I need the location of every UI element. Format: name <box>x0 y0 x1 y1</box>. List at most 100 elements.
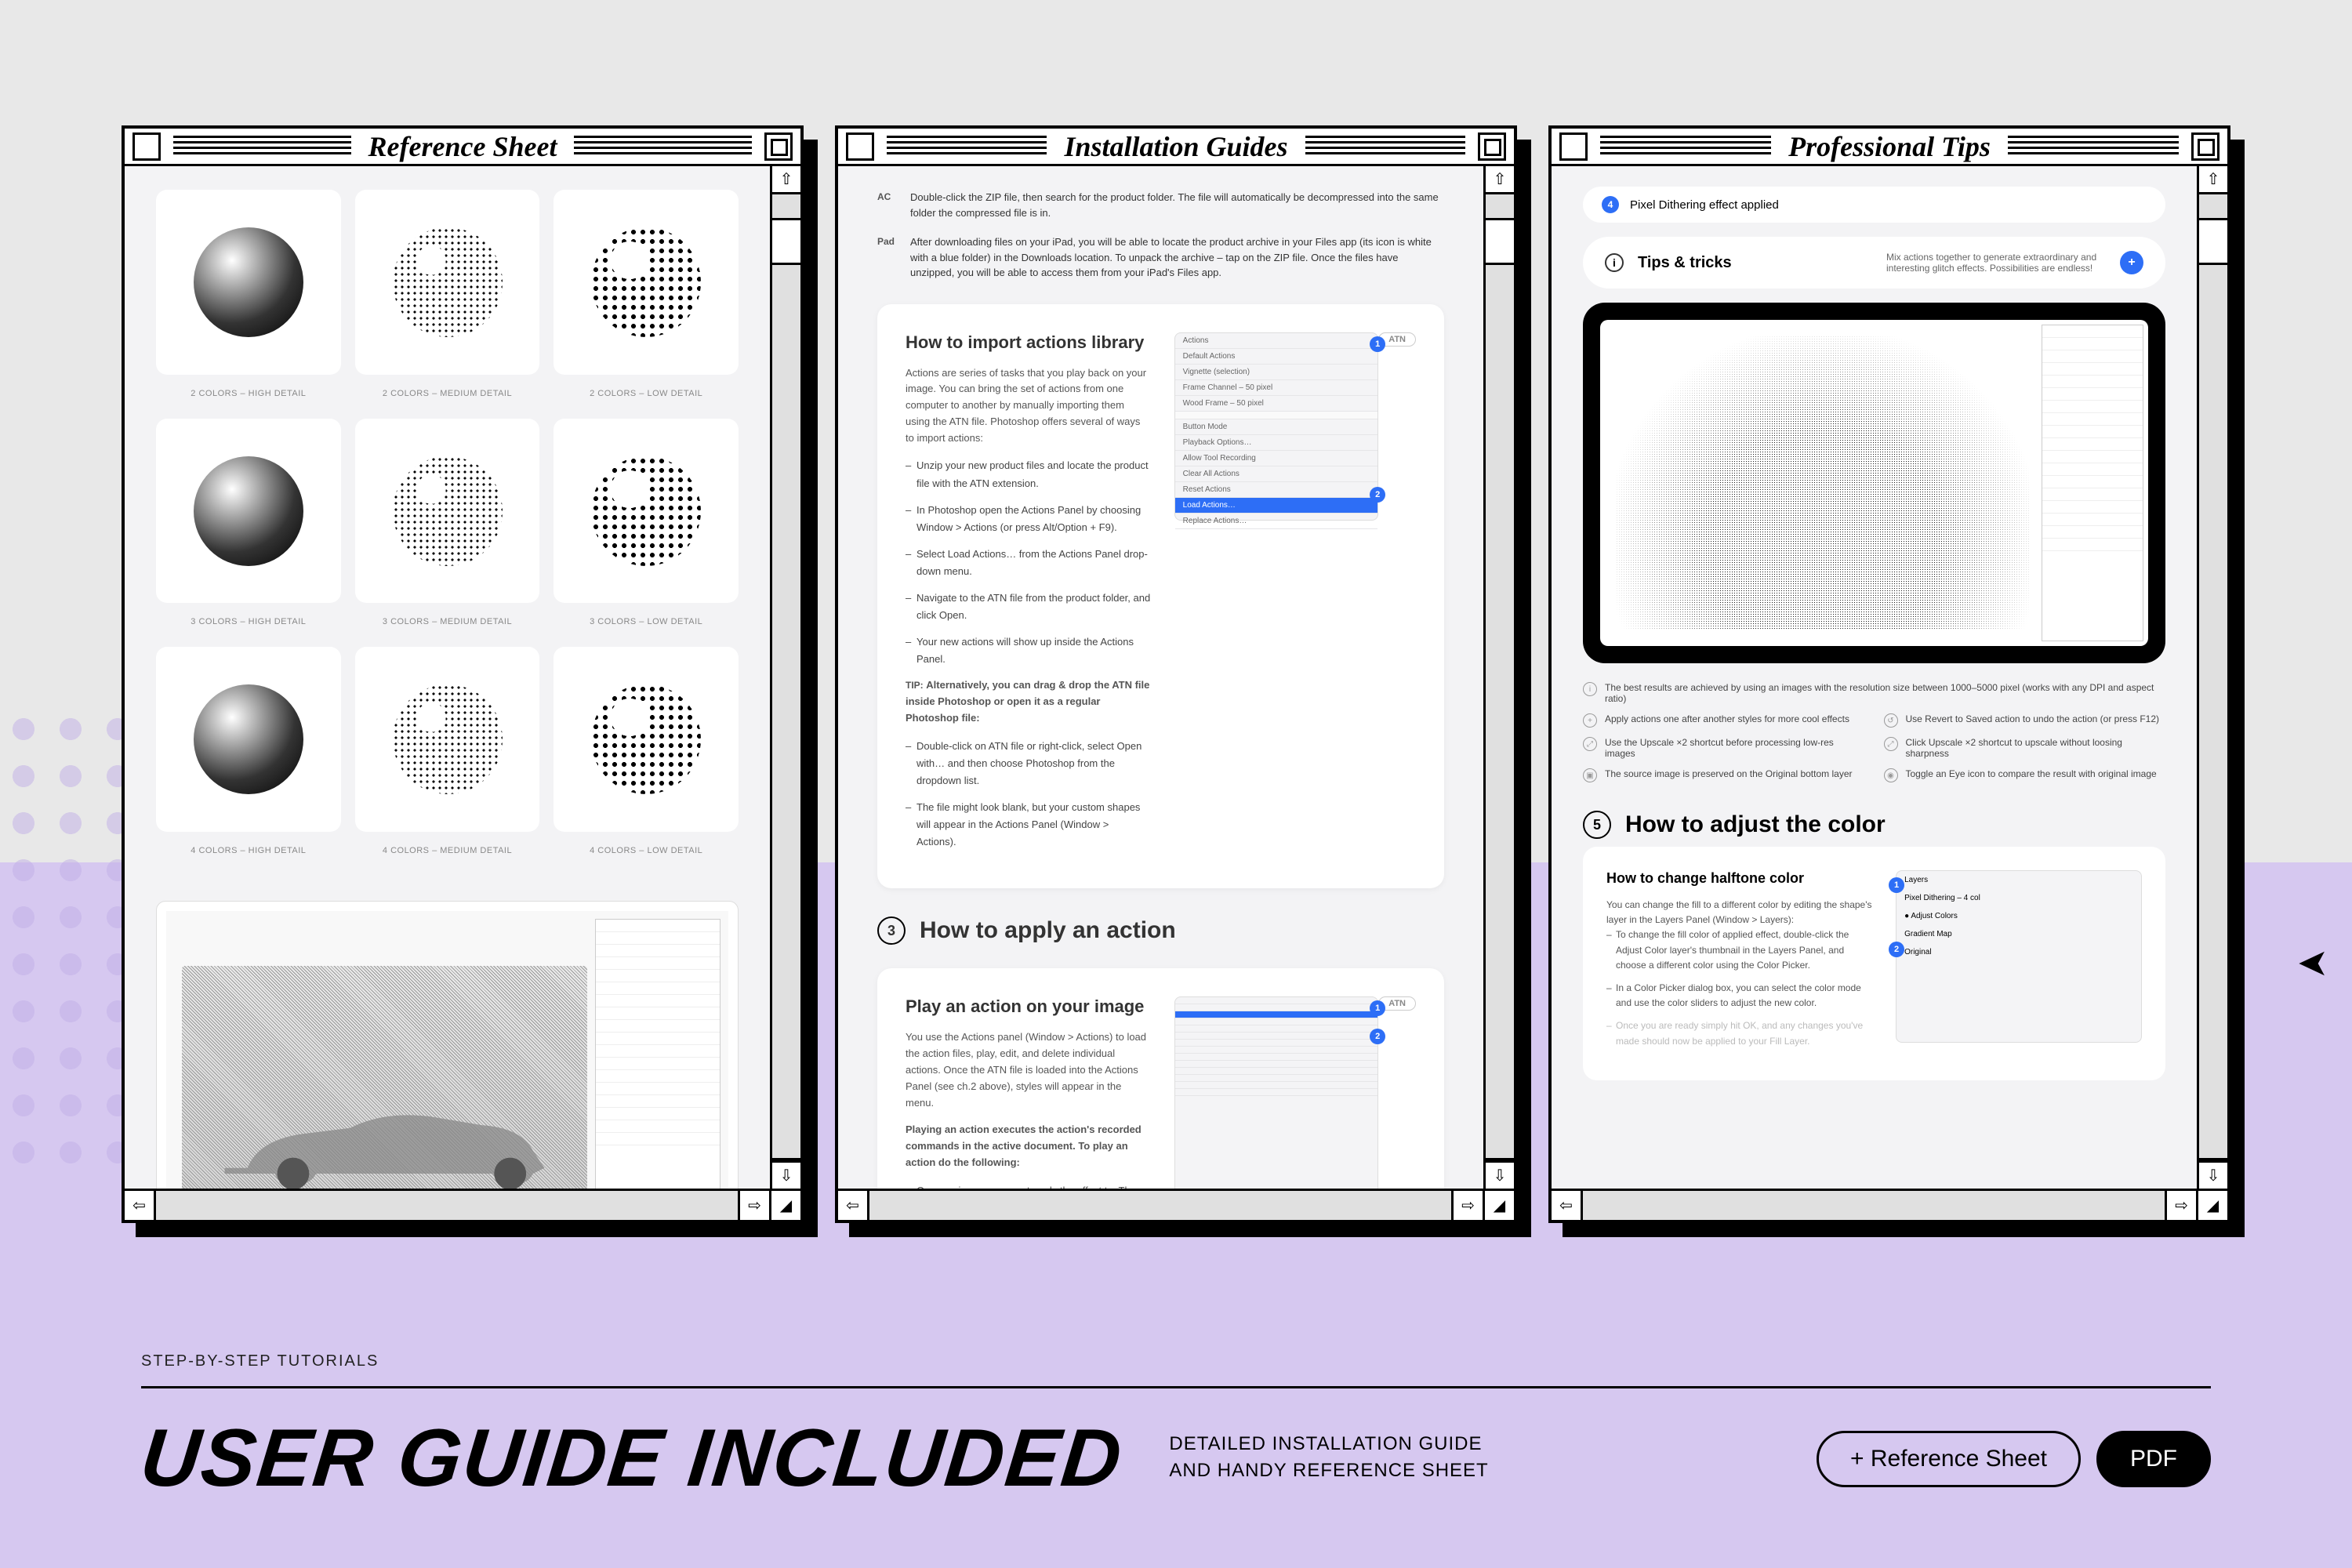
swatch-caption: 2 COLORS – LOW DETAIL <box>554 389 739 398</box>
scroll-track[interactable] <box>2199 194 2227 1160</box>
scroll-down-icon[interactable]: ⇩ <box>1486 1160 1514 1189</box>
swatch-card <box>156 419 341 604</box>
swatch-caption: 3 COLORS – HIGH DETAIL <box>156 617 341 626</box>
title-stripes <box>173 136 351 158</box>
swatch-card <box>355 190 540 375</box>
halftone-sphere <box>591 227 701 337</box>
callout-badge: 1 <box>1889 877 1904 893</box>
hscroll-track[interactable] <box>869 1191 1451 1220</box>
section-heading: How to import actions library <box>906 332 1151 353</box>
footer-block: STEP-BY-STEP TUTORIALS USER GUIDE INCLUD… <box>141 1352 2211 1497</box>
pdf-badge: PDF <box>2096 1431 2211 1487</box>
platform-note-mac: AC Double-click the ZIP file, then searc… <box>877 190 1444 220</box>
description: DETAILED INSTALLATION GUIDE AND HANDY RE… <box>1169 1431 1488 1483</box>
cursor-icon: ➤ <box>2297 941 2328 985</box>
scroll-thumb[interactable] <box>2199 218 2227 265</box>
zoom-icon[interactable] <box>1478 132 1506 161</box>
step-item: Navigate to the ATN file from the produc… <box>906 590 1151 624</box>
scroll-left-icon[interactable]: ⇦ <box>838 1191 869 1220</box>
tip-item: ◉Toggle an Eye icon to compare the resul… <box>1884 768 2166 782</box>
dithered-car-image <box>1616 336 2031 630</box>
step-heading: 5 How to adjust the color <box>1583 811 2165 839</box>
swatch-caption: 4 COLORS – HIGH DETAIL <box>156 846 341 855</box>
car-silhouette <box>213 1055 556 1189</box>
step-title: How to apply an action <box>920 917 1176 944</box>
panel-row: Actions <box>1175 333 1378 349</box>
halftone-sphere <box>194 227 303 337</box>
content-area: AC Double-click the ZIP file, then searc… <box>838 166 1486 1189</box>
horizontal-scrollbar: ⇦ ⇨ ◢ <box>838 1189 1514 1220</box>
step-item: To change the fill color of applied effe… <box>1606 927 1875 973</box>
callout-badge: 1 <box>1370 1000 1385 1016</box>
titlebar: Reference Sheet <box>125 129 800 166</box>
scroll-thumb[interactable] <box>772 218 800 265</box>
scroll-right-icon[interactable]: ⇨ <box>1451 1191 1483 1220</box>
steps-list: To change the fill color of applied effe… <box>1606 927 1875 1048</box>
swatch-card <box>156 190 341 375</box>
play-lead: Playing an action executes the action's … <box>906 1123 1142 1168</box>
scroll-track[interactable] <box>1486 194 1514 1160</box>
scroll-up-icon[interactable]: ⇧ <box>772 166 800 194</box>
window-title: Reference Sheet <box>356 130 570 163</box>
step-number-badge: 5 <box>1583 811 1611 839</box>
steps-list: Open an image you want apply the effect … <box>906 1182 1151 1189</box>
tip-steps-list: Double-click on ATN file or right-click,… <box>906 738 1151 851</box>
zoom-icon[interactable] <box>764 132 793 161</box>
upscale-icon: ⤢ <box>1884 737 1898 751</box>
scroll-right-icon[interactable]: ⇨ <box>2165 1191 2196 1220</box>
callout-badge: 2 <box>1889 942 1904 957</box>
resize-handle-icon[interactable]: ◢ <box>2196 1191 2227 1220</box>
vertical-scrollbar[interactable]: ⇧ ⇩ <box>1486 166 1514 1189</box>
zoom-icon[interactable] <box>2191 132 2220 161</box>
scroll-up-icon[interactable]: ⇧ <box>2199 166 2227 194</box>
hscroll-track[interactable] <box>1583 1191 2165 1220</box>
scroll-down-icon[interactable]: ⇩ <box>2199 1160 2227 1189</box>
step-item: The file might look blank, but your cust… <box>906 799 1151 851</box>
actions-list-mock: 1 2 3 <box>1174 996 1379 1189</box>
actions-panel-mock <box>595 919 720 1189</box>
horizontal-scrollbar: ⇦ ⇨ ◢ <box>125 1189 800 1220</box>
product-promo-page: Reference Sheet 2 COLORS – HIGH DETAIL 2… <box>0 0 2352 1568</box>
scroll-left-icon[interactable]: ⇦ <box>1552 1191 1583 1220</box>
vertical-scrollbar[interactable]: ⇧ ⇩ <box>772 166 800 1189</box>
swatch-caption: 4 COLORS – LOW DETAIL <box>554 846 739 855</box>
titlebar: Installation Guides <box>838 129 1514 166</box>
scroll-track[interactable] <box>772 194 800 1160</box>
panel-row: Replace Actions… <box>1175 514 1378 529</box>
section-intro: Actions are series of tasks that you pla… <box>906 365 1151 447</box>
hscroll-track[interactable] <box>156 1191 738 1220</box>
step-item: Once you are ready simply hit OK, and an… <box>1606 1018 1875 1048</box>
halftone-sphere <box>591 684 701 794</box>
badge-group: + Reference Sheet PDF <box>1817 1431 2211 1487</box>
step-title: How to adjust the color <box>1625 811 1886 838</box>
close-icon[interactable] <box>846 132 874 161</box>
close-icon[interactable] <box>1559 132 1588 161</box>
play-action-card: ATN Play an action on your image You use… <box>877 968 1444 1189</box>
resize-handle-icon[interactable]: ◢ <box>769 1191 800 1220</box>
step-number-badge: 3 <box>877 916 906 945</box>
panel-row: Vignette (selection) <box>1175 365 1378 380</box>
section-heading: Play an action on your image <box>906 996 1151 1017</box>
step-item: In Photoshop open the Actions Panel by c… <box>906 502 1151 536</box>
title-stripes <box>887 136 1047 158</box>
close-icon[interactable] <box>132 132 161 161</box>
scroll-down-icon[interactable]: ⇩ <box>772 1160 800 1189</box>
vertical-scrollbar[interactable]: ⇧ ⇩ <box>2199 166 2227 1189</box>
actions-panel-mock: 1 2 Actions Default Actions Vignette (se… <box>1174 332 1379 521</box>
swatch-card <box>355 419 540 604</box>
expand-icon[interactable]: + <box>2120 251 2143 274</box>
resize-handle-icon[interactable]: ◢ <box>1483 1191 1514 1220</box>
scroll-up-icon[interactable]: ⇧ <box>1486 166 1514 194</box>
panel-row: Wood Frame – 50 pixel <box>1175 396 1378 412</box>
halftone-sphere-grid: 2 COLORS – HIGH DETAIL 2 COLORS – MEDIUM… <box>125 166 770 885</box>
scroll-right-icon[interactable]: ⇨ <box>738 1191 769 1220</box>
number-badge-icon: 4 <box>1602 196 1619 213</box>
scroll-left-icon[interactable]: ⇦ <box>125 1191 156 1220</box>
swatch-card <box>554 419 739 604</box>
halftone-sphere <box>393 227 503 337</box>
swatch-caption: 2 COLORS – MEDIUM DETAIL <box>355 389 540 398</box>
scroll-thumb[interactable] <box>1486 218 1514 265</box>
window-reference-sheet: Reference Sheet 2 COLORS – HIGH DETAIL 2… <box>122 125 804 1223</box>
plus-icon: + <box>1583 713 1597 728</box>
panel-row: Frame Channel – 50 pixel <box>1175 380 1378 396</box>
